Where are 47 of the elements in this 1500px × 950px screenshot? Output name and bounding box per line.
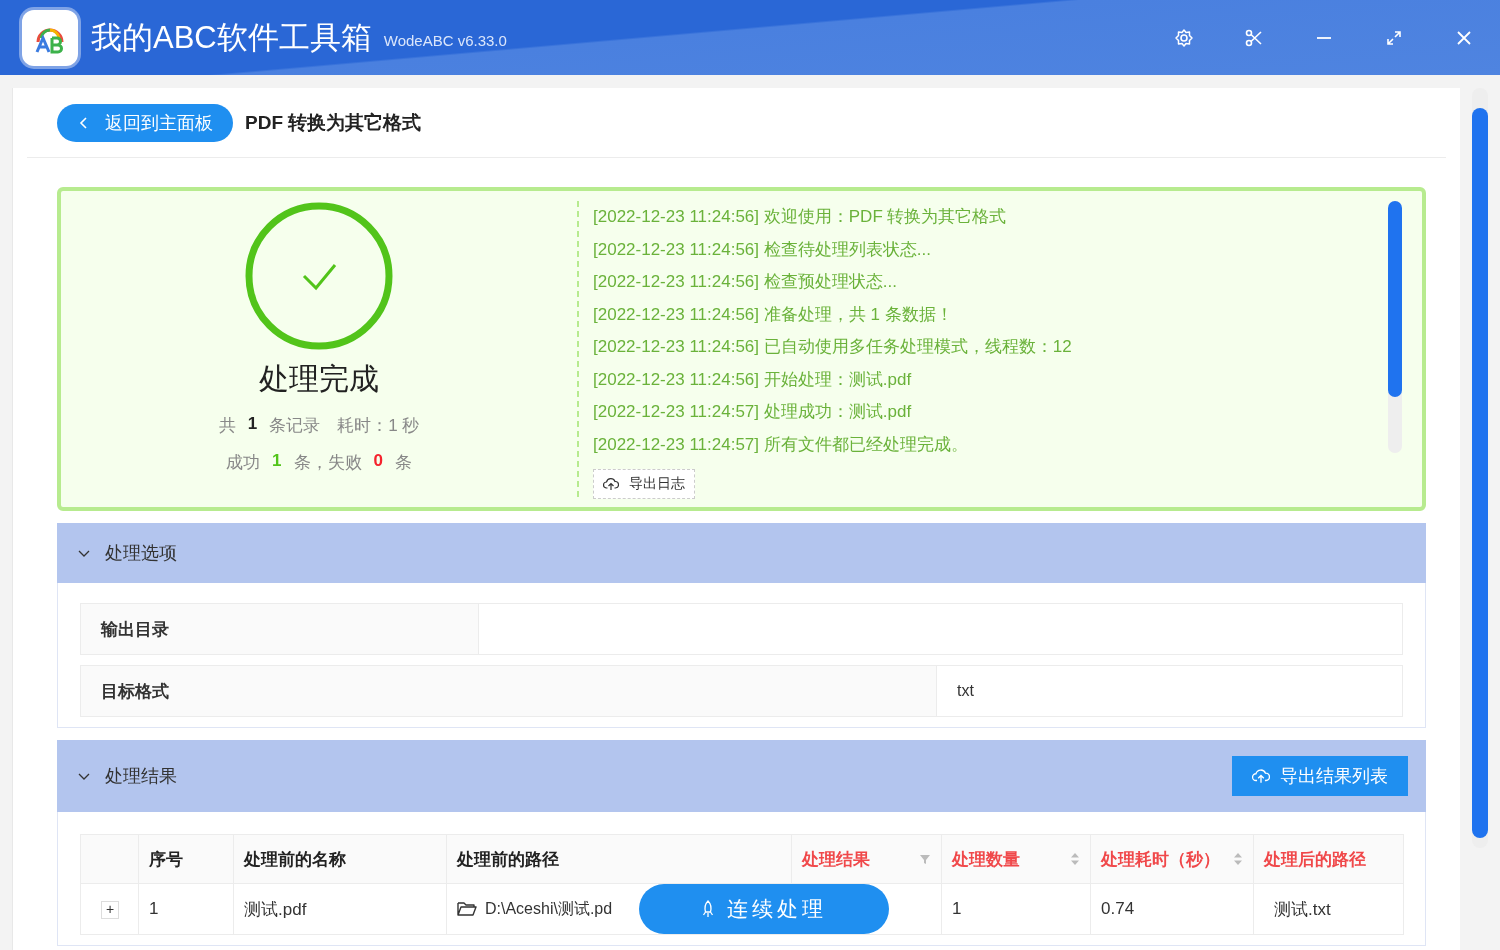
scrollbar[interactable] xyxy=(1472,88,1488,848)
status-text: 处理完成 xyxy=(259,361,379,397)
app-version: WodeABC v6.33.0 xyxy=(383,32,507,49)
page-title: PDF 转换为其它格式 xyxy=(245,110,422,135)
table-cell: 1 xyxy=(138,883,234,935)
folder-icon[interactable] xyxy=(457,901,477,917)
cloud-upload-icon xyxy=(603,477,619,491)
scrollbar[interactable] xyxy=(1388,201,1402,453)
section-title: 处理结果 xyxy=(105,765,177,788)
option-value: txt xyxy=(957,682,974,700)
check-circle-icon xyxy=(244,201,394,351)
log-line: [2022-12-23 11:24:57] 处理成功：测试.pdf xyxy=(593,401,913,423)
log-line: [2022-12-23 11:24:56] 已自动使用多任务处理模式，线程数：12 xyxy=(593,336,1073,358)
column-header[interactable]: 处理前的路径 xyxy=(446,834,792,884)
column-header[interactable]: 序号 xyxy=(138,834,234,884)
section-header[interactable]: 处理选项 xyxy=(57,523,1426,583)
table-cell-text: D:\Aceshi\测试.pd xyxy=(485,898,613,919)
log-line: [2022-12-23 11:24:56] 准备处理，共 1 条数据！ xyxy=(593,303,954,326)
option-label: 目标格式 xyxy=(81,666,937,716)
scissors-icon[interactable] xyxy=(1244,27,1264,48)
table-cell: 1 xyxy=(941,883,1091,935)
option-label: 输出目录 xyxy=(81,604,479,654)
export-log-button[interactable]: 导出日志 xyxy=(593,469,695,499)
expand-toggle[interactable]: + xyxy=(101,901,119,919)
log-line: [2022-12-23 11:24:56] 检查待处理列表状态... xyxy=(593,238,932,261)
settings-icon[interactable] xyxy=(1174,27,1194,48)
log-line: [2022-12-23 11:24:56] 检查预处理状态... xyxy=(593,271,898,293)
table-cell: 测试.pdf xyxy=(233,883,447,935)
column-header[interactable]: 处理前的名称 xyxy=(233,834,447,884)
log-line: [2022-12-23 11:24:56] 欢迎使用：PDF 转换为其它格式 xyxy=(593,206,1008,228)
table-cell: 0.74 xyxy=(1090,883,1254,935)
summary-line: 共 1 条记录 耗时：1 秒 xyxy=(218,414,420,437)
column-header[interactable]: 处理后的路径 xyxy=(1253,834,1404,884)
log-line: [2022-12-23 11:24:57] 所有文件都已经处理完成。 xyxy=(593,433,969,456)
log-line: [2022-12-23 11:24:56] 开始处理：测试.pdf xyxy=(593,368,913,391)
cloud-upload-icon xyxy=(1252,768,1270,784)
app-title: 我的ABC软件工具箱 xyxy=(91,18,372,57)
summary-line: 成功 1 条，失败 0 条 xyxy=(226,451,412,474)
column-header[interactable]: 处理结果 xyxy=(791,834,942,884)
section-header[interactable]: 处理结果 导出结果列表 xyxy=(57,740,1426,812)
app-logo-icon xyxy=(22,9,78,66)
rocket-icon xyxy=(701,900,715,918)
table-cell: 测试.txt xyxy=(1253,883,1404,935)
column-header[interactable]: 处理数量 xyxy=(941,834,1091,884)
section-title: 处理选项 xyxy=(105,542,177,565)
chevron-left-icon xyxy=(79,115,89,130)
column-header[interactable]: 处理耗时（秒） xyxy=(1090,834,1254,884)
